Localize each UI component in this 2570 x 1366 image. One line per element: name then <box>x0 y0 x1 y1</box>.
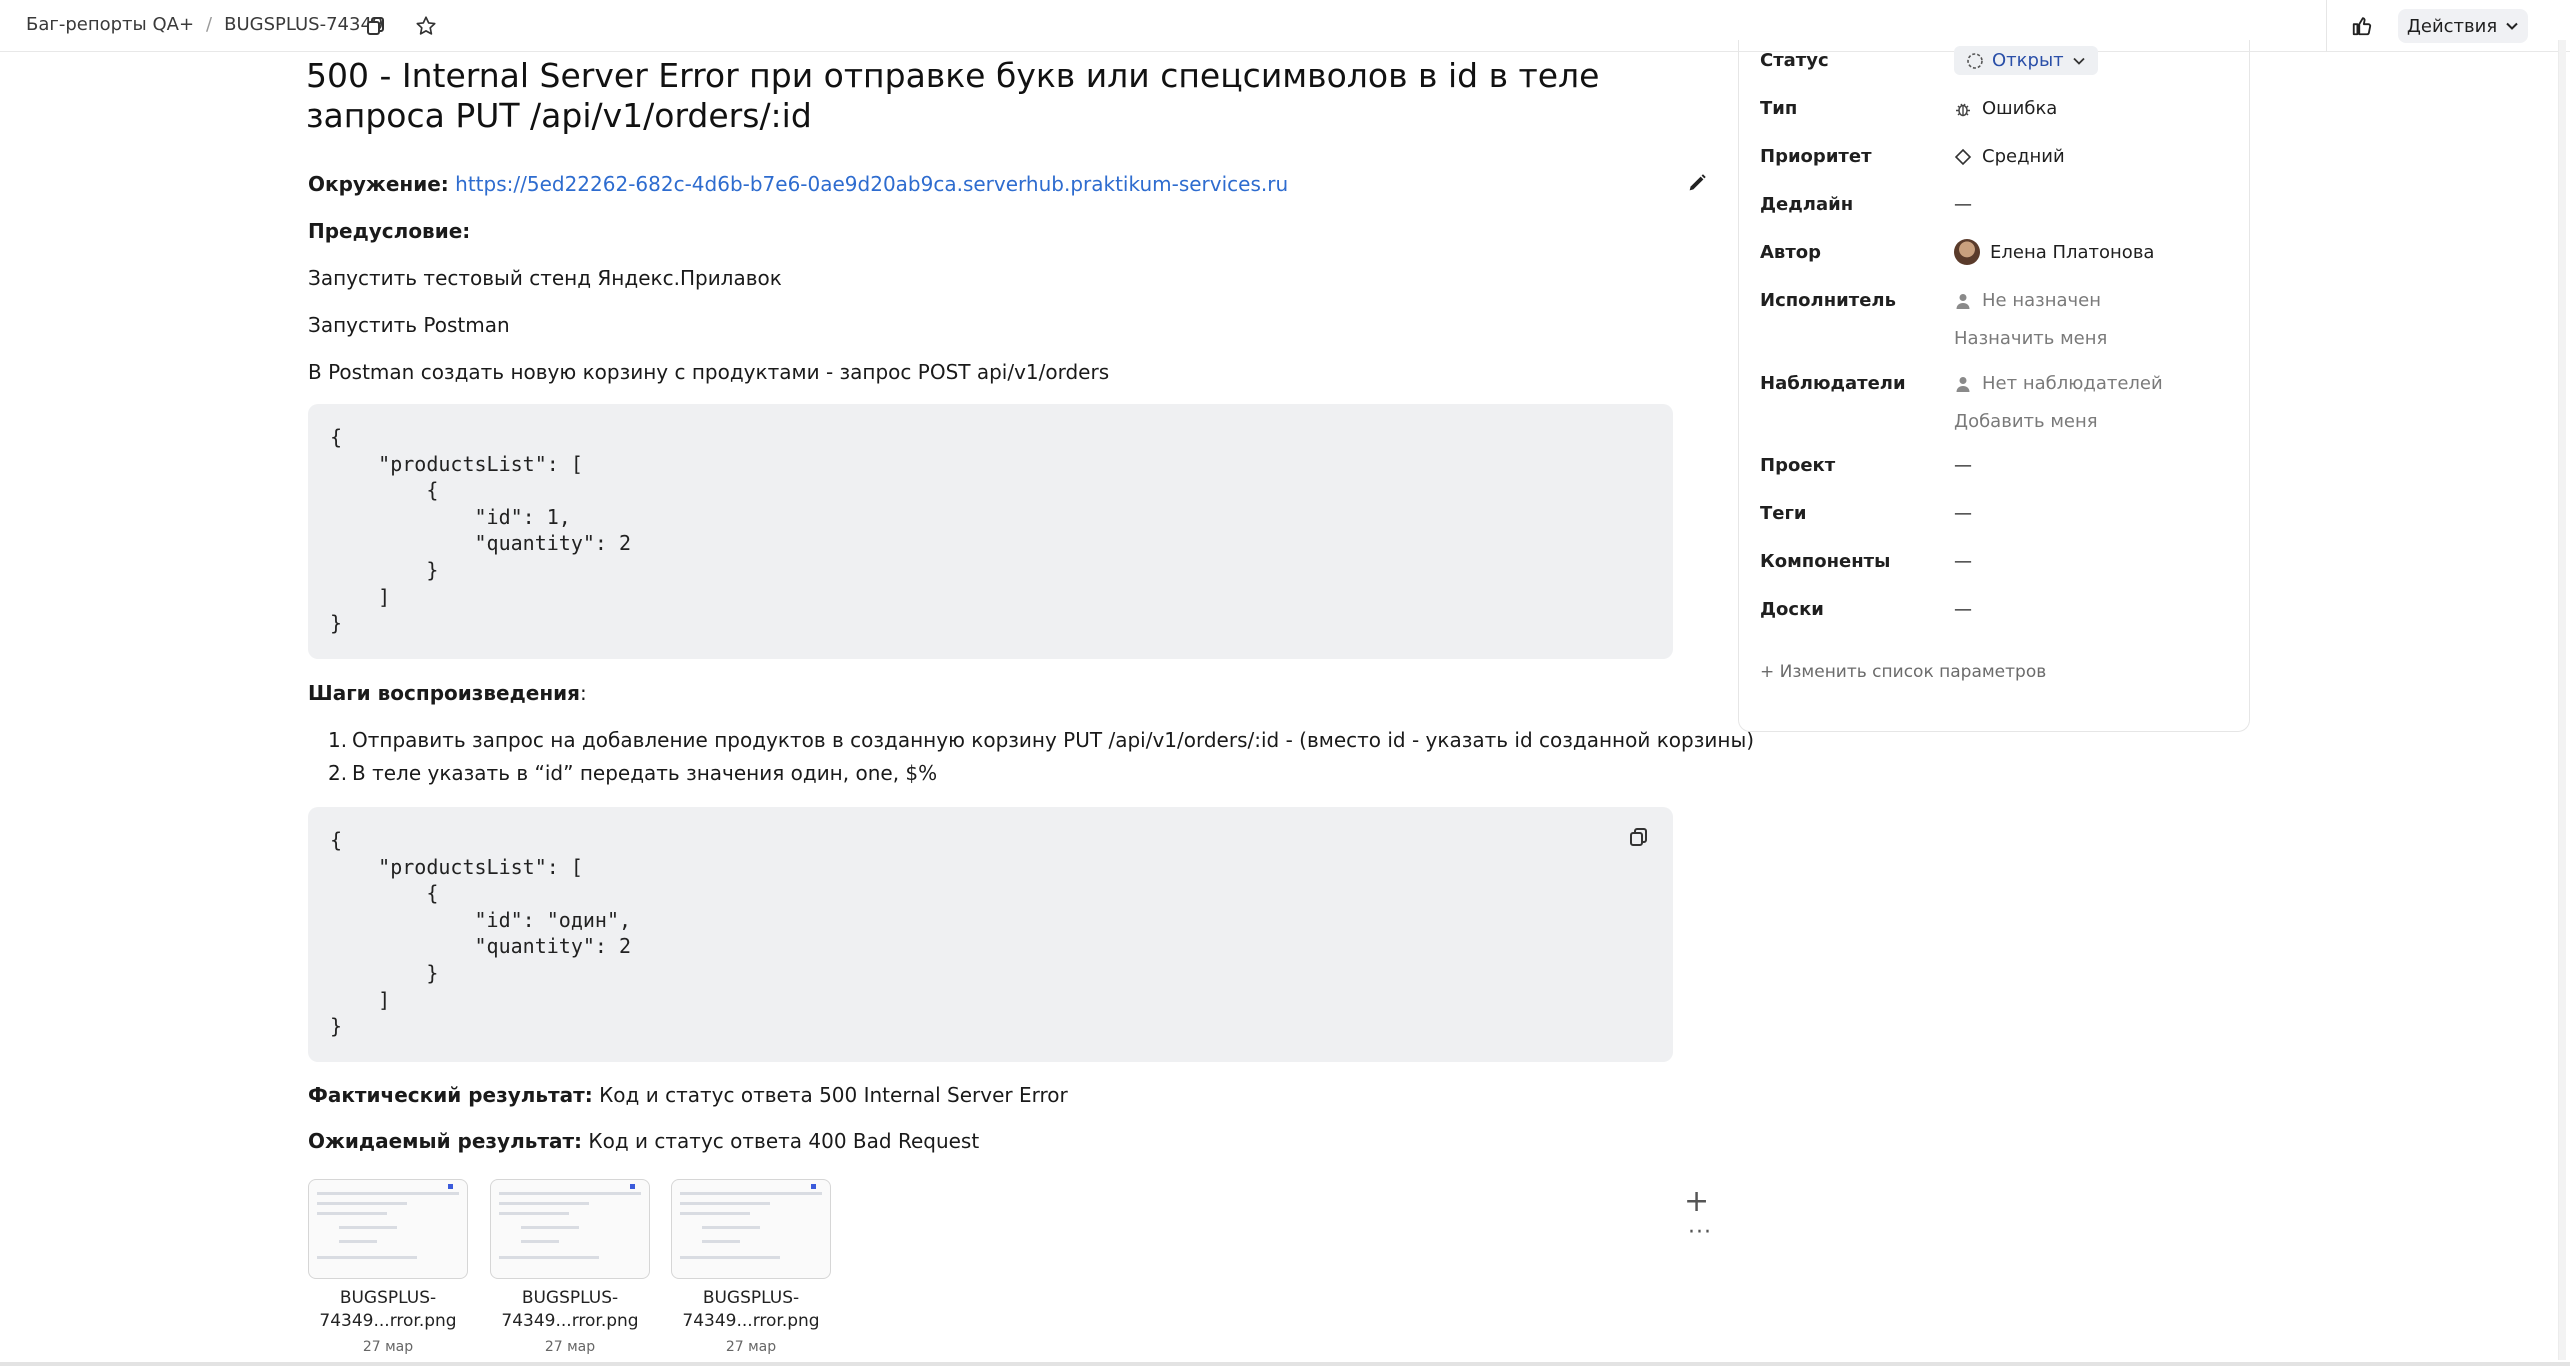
steps-label: Шаги воспроизведения <box>308 681 581 705</box>
attachment[interactable]: BUGSPLUS- 74349...rror.png 27 мар <box>671 1179 831 1355</box>
top-divider <box>2326 0 2327 52</box>
boards-value[interactable]: — <box>1954 599 1972 620</box>
project-value[interactable]: — <box>1954 455 1972 476</box>
chevron-down-icon <box>2073 57 2085 65</box>
more-icon[interactable]: ··· <box>1688 1220 1712 1245</box>
boards-label: Доски <box>1760 599 1824 620</box>
status-value: Открыт <box>1992 50 2064 71</box>
status-open-icon <box>1967 52 1983 69</box>
attachment-name: BUGSPLUS- 74349...rror.png <box>319 1288 457 1331</box>
attachment[interactable]: BUGSPLUS- 74349...rror.png 27 мар <box>308 1179 468 1355</box>
type-value[interactable]: Ошибка <box>1954 98 2057 119</box>
user-icon <box>1956 293 1970 309</box>
status-label: Статус <box>1760 50 1829 71</box>
attachment-name: BUGSPLUS- 74349...rror.png <box>682 1288 820 1331</box>
edit-pencil-icon[interactable] <box>1686 172 1710 196</box>
author-value[interactable]: Елена Платонова <box>1954 239 2154 265</box>
expected-result-text: Код и статус ответа 400 Bad Request <box>582 1129 980 1153</box>
environment-label: Окружение: <box>308 172 449 196</box>
thumbs-up-icon[interactable] <box>2348 12 2376 40</box>
precondition-line: Запустить тестовый стенд Яндекс.Прилавок <box>308 266 782 290</box>
expected-result-label: Ожидаемый результат: <box>308 1129 583 1153</box>
attachment-thumbnail[interactable] <box>671 1179 831 1279</box>
status-pill[interactable]: Открыт <box>1954 46 2098 75</box>
code-block-request: { "productsList": [ { "id": 1, "quantity… <box>308 404 1673 659</box>
actual-result-line: Фактический результат: Код и статус отве… <box>308 1082 1068 1108</box>
attachment-thumbnail[interactable] <box>308 1179 468 1279</box>
tags-label: Теги <box>1760 503 1807 524</box>
bottom-divider <box>0 1362 2570 1366</box>
breadcrumb-queue-link[interactable]: Баг-репорты QA+ <box>26 14 194 35</box>
breadcrumb-separator: / <box>206 14 213 35</box>
attachment[interactable]: BUGSPLUS- 74349...rror.png 27 мар <box>490 1179 650 1355</box>
breadcrumb-issue-key[interactable]: BUGSPLUS-74349 <box>224 14 383 35</box>
copy-code-icon[interactable] <box>1628 826 1654 852</box>
type-label: Тип <box>1760 98 1798 119</box>
steps-heading: Шаги воспроизведения: <box>308 680 587 706</box>
attachment-name: BUGSPLUS- 74349...rror.png <box>501 1288 639 1331</box>
expected-result-line: Ожидаемый результат: Код и статус ответа… <box>308 1128 979 1154</box>
user-icon <box>1956 376 1970 392</box>
followers-value[interactable]: Нет наблюдателей <box>1954 373 2163 394</box>
priority-label: Приоритет <box>1760 146 1872 167</box>
actual-result-label: Фактический результат: <box>308 1083 593 1107</box>
actions-button[interactable]: Действия <box>2398 9 2528 43</box>
list-item: 2. В теле указать в “id” передать значен… <box>328 760 938 786</box>
priority-diamond-icon <box>1954 148 1972 165</box>
assign-me-link[interactable]: Назначить меня <box>1954 328 2107 349</box>
author-label: Автор <box>1760 242 1822 263</box>
components-label: Компоненты <box>1760 551 1891 572</box>
code-block-body: { "productsList": [ { "id": "один", "qua… <box>308 807 1673 1062</box>
precondition-label: Предусловие: <box>308 219 471 243</box>
list-text: В теле указать в “id” передать значения … <box>352 761 938 785</box>
environment-link[interactable]: https://5ed22262-682c-4d6b-b7e6-0ae9d20a… <box>455 172 1288 196</box>
avatar <box>1954 239 1980 265</box>
actions-label: Действия <box>2406 15 2498 37</box>
tags-value[interactable]: — <box>1954 503 1972 524</box>
deadline-value[interactable]: — <box>1954 194 1972 215</box>
breadcrumb: Баг-репорты QA+ / BUGSPLUS-74349 <box>26 14 383 35</box>
steps-colon: : <box>580 681 587 705</box>
priority-value[interactable]: Средний <box>1954 146 2065 167</box>
components-value[interactable]: — <box>1954 551 1972 572</box>
add-me-link[interactable]: Добавить меня <box>1954 411 2098 432</box>
bug-icon <box>1956 103 1970 116</box>
actual-result-text: Код и статус ответа 500 Internal Server … <box>592 1083 1068 1107</box>
attachment-date: 27 мар <box>362 1339 414 1355</box>
star-icon[interactable] <box>412 12 440 40</box>
add-icon[interactable]: + <box>1684 1184 1709 1219</box>
assignee-value[interactable]: Не назначен <box>1954 290 2101 311</box>
attachment-date: 27 мар <box>725 1339 777 1355</box>
plus-icon: + <box>1760 662 1780 682</box>
attachment-thumbnail[interactable] <box>490 1179 650 1279</box>
precondition-line: Запустить Postman <box>308 313 510 337</box>
list-number: 1. <box>328 728 348 752</box>
status-dropdown[interactable]: Открыт <box>1954 46 2098 75</box>
followers-label: Наблюдатели <box>1760 373 1906 394</box>
chevron-down-icon <box>2506 22 2518 30</box>
deadline-label: Дедлайн <box>1760 194 1854 215</box>
edit-params-link[interactable]: + Изменить список параметров <box>1760 662 2046 682</box>
scrollbar[interactable] <box>2558 40 2566 1360</box>
list-number: 2. <box>328 761 348 785</box>
project-label: Проект <box>1760 455 1836 476</box>
copy-link-icon[interactable] <box>362 12 390 40</box>
assignee-label: Исполнитель <box>1760 290 1896 311</box>
list-item: 1. Отправить запрос на добавление продук… <box>328 727 1755 753</box>
environment-line: Окружение: https://5ed22262-682c-4d6b-b7… <box>308 171 1288 197</box>
precondition-line: В Postman создать новую корзину с продук… <box>308 360 1110 384</box>
list-text: Отправить запрос на добавление продуктов… <box>352 728 1755 752</box>
issue-title: 500 - Internal Server Error при отправке… <box>306 56 1600 135</box>
attachment-date: 27 мар <box>544 1339 596 1355</box>
